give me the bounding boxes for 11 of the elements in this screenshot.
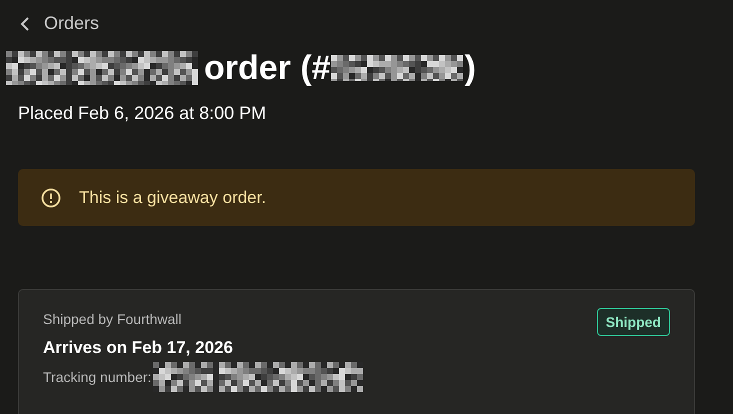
status-badge: Shipped	[596, 308, 670, 336]
chevron-left-icon	[20, 16, 30, 30]
notice-text: This is a giveaway order.	[79, 188, 266, 208]
arrival-date: Arrives on Feb 17, 2026	[43, 338, 234, 358]
shipped-by: Shipped by Fourthwall	[43, 311, 183, 327]
order-title: )	[464, 48, 476, 88]
back-link[interactable]: Orders	[20, 0, 100, 34]
alert-icon	[41, 188, 61, 208]
tracking-label: Tracking number:	[43, 369, 152, 385]
placed-date: Placed Feb 6, 2026 at 8:00 PM	[18, 103, 268, 124]
order-title: order (#	[204, 48, 331, 88]
